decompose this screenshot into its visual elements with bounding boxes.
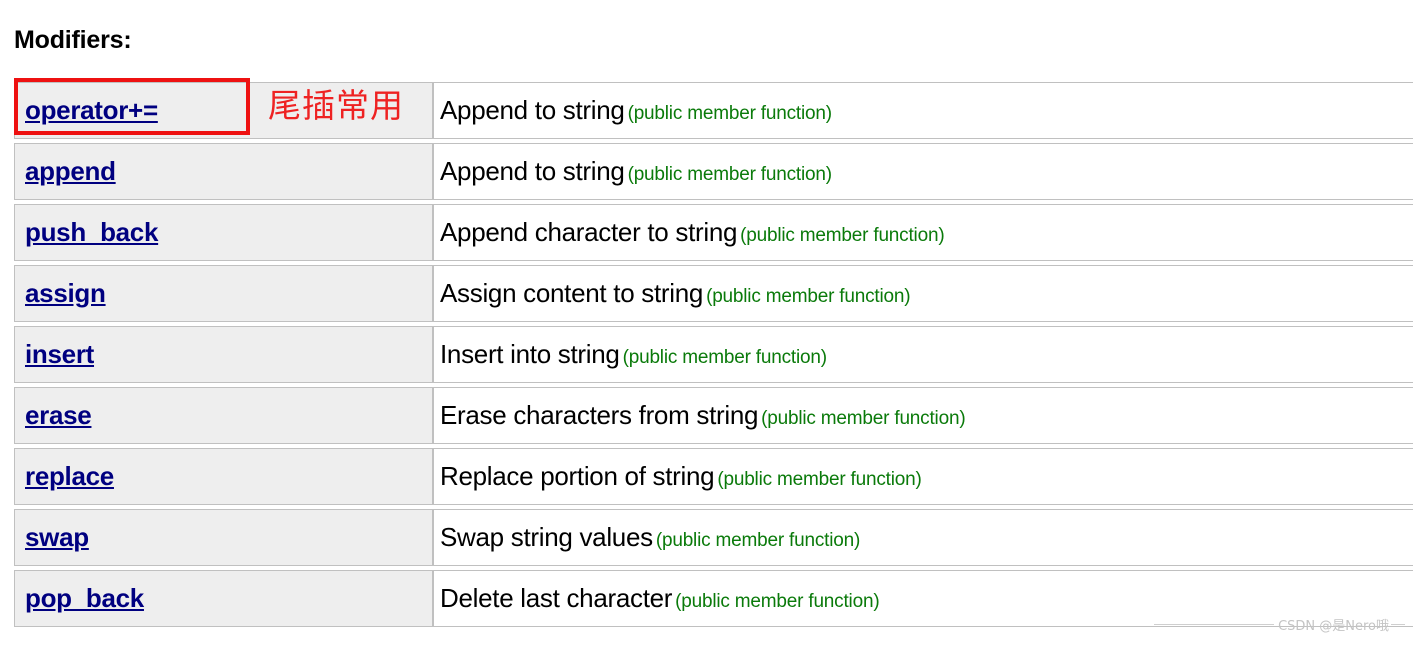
table-row: erase Erase characters from string (publi… <box>14 387 1413 444</box>
member-cell: swap <box>14 509 433 566</box>
description-text: Append character to string <box>440 217 738 247</box>
member-link-push-back[interactable]: push_back <box>25 217 158 247</box>
description-cell: Append to string (public member function) <box>433 82 1413 139</box>
table-row: replace Replace portion of string (public… <box>14 448 1413 505</box>
member-cell: pop_back <box>14 570 433 627</box>
description-cell: Insert into string (public member functio… <box>433 326 1413 383</box>
description-text: Swap string values <box>440 522 653 552</box>
description-cell: Replace portion of string (public member … <box>433 448 1413 505</box>
description-note: (public member function) <box>717 469 922 490</box>
member-cell: erase <box>14 387 433 444</box>
member-link-replace[interactable]: replace <box>25 461 114 491</box>
table-row: assign Assign content to string (public m… <box>14 265 1413 322</box>
table-row: push_back Append character to string (pub… <box>14 204 1413 261</box>
modifiers-table-body: operator+= Append to string (public membe… <box>14 82 1413 627</box>
table-row: insert Insert into string (public member … <box>14 326 1413 383</box>
description-note: (public member function) <box>675 591 880 612</box>
description-text: Delete last character <box>440 583 673 613</box>
watermark-text: CSDN @是Nero哦 <box>1278 619 1389 634</box>
watermark-rule-right <box>1391 624 1405 625</box>
member-cell: assign <box>14 265 433 322</box>
description-text: Append to string <box>440 95 625 125</box>
description-text: Replace portion of string <box>440 461 715 491</box>
watermark-rule-left <box>1154 624 1275 625</box>
description-note: (public member function) <box>627 103 832 124</box>
description-cell: Swap string values (public member functio… <box>433 509 1413 566</box>
member-link-assign[interactable]: assign <box>25 278 106 308</box>
member-link-insert[interactable]: insert <box>25 339 94 369</box>
member-cell: insert <box>14 326 433 383</box>
description-note: (public member function) <box>706 286 911 307</box>
table-row: swap Swap string values (public member fu… <box>14 509 1413 566</box>
description-text: Assign content to string <box>440 278 704 308</box>
description-text: Insert into string <box>440 339 620 369</box>
description-text: Erase characters from string <box>440 400 759 430</box>
member-link-append[interactable]: append <box>25 156 116 186</box>
page-title: Modifiers: <box>14 26 132 54</box>
description-cell: Erase characters from string (public memb… <box>433 387 1413 444</box>
description-cell: Append to string (public member function) <box>433 143 1413 200</box>
member-link-swap[interactable]: swap <box>25 522 89 552</box>
description-cell: Assign content to string (public member f… <box>433 265 1413 322</box>
description-note: (public member function) <box>655 530 861 551</box>
member-link-pop-back[interactable]: pop_back <box>25 583 144 613</box>
table-row: append Append to string (public member fu… <box>14 143 1413 200</box>
description-text: Append to string <box>440 156 625 186</box>
member-cell: append <box>14 143 433 200</box>
modifiers-table: operator+= Append to string (public membe… <box>14 78 1413 631</box>
red-annotation-text: 尾插常用 <box>268 86 404 125</box>
watermark: CSDN @是Nero哦 <box>1154 615 1405 634</box>
description-note: (public member function) <box>627 164 832 185</box>
member-link-operator-plus-equals[interactable]: operator+= <box>25 95 158 125</box>
member-cell: replace <box>14 448 433 505</box>
description-note: (public member function) <box>761 408 966 429</box>
member-cell: push_back <box>14 204 433 261</box>
description-note: (public member function) <box>740 225 945 246</box>
member-link-erase[interactable]: erase <box>25 400 92 430</box>
table-row: operator+= Append to string (public membe… <box>14 82 1413 139</box>
description-cell: Append character to string (public member… <box>433 204 1413 261</box>
description-note: (public member function) <box>622 347 827 368</box>
